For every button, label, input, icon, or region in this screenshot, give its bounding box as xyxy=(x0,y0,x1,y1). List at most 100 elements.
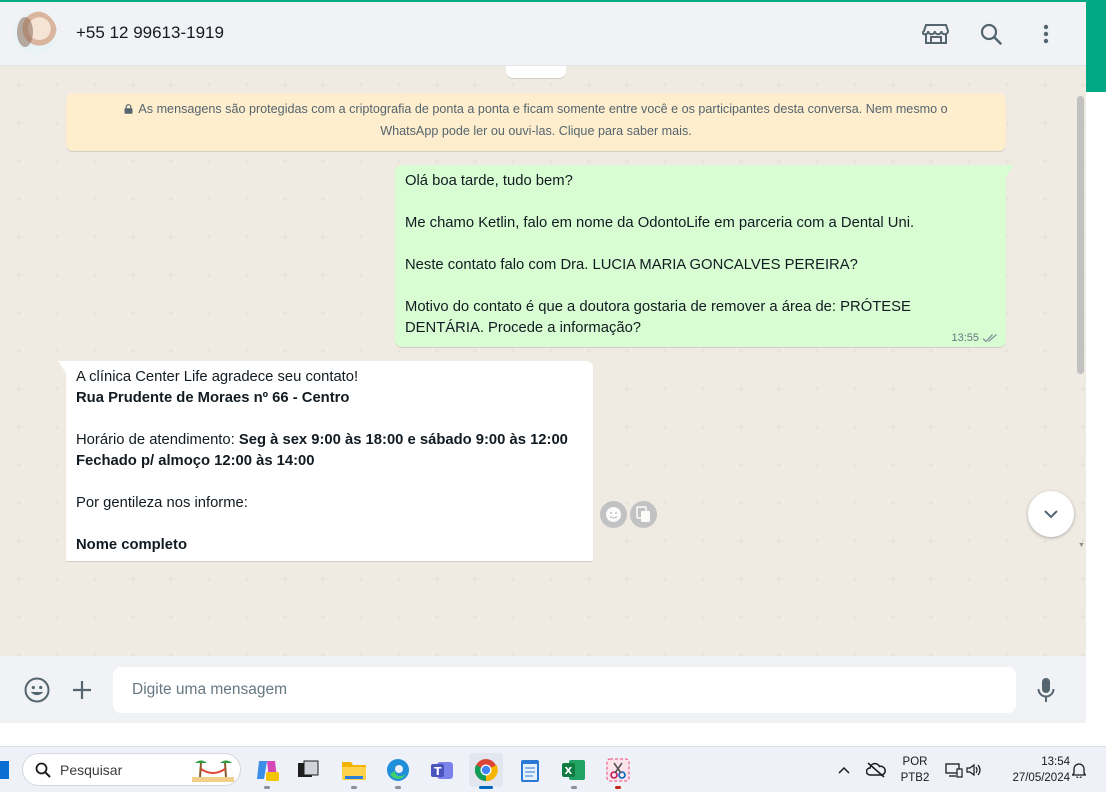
taskbar-indicator xyxy=(264,786,270,789)
taskbar-app-file-explorer[interactable] xyxy=(337,753,371,789)
message-meta: 13:55 xyxy=(951,332,998,344)
scroll-to-bottom-button[interactable] xyxy=(1028,491,1074,537)
taskbar-indicator xyxy=(615,786,621,789)
language-indicator[interactable]: POR PTB2 xyxy=(897,754,933,786)
encryption-notice-line2: WhatsApp pode ler ou ouvi-las. Clique pa… xyxy=(380,124,692,138)
message-actions xyxy=(600,501,657,528)
keyboard-layout: PTB2 xyxy=(900,772,930,784)
compose-bar xyxy=(0,656,1086,723)
lock-icon xyxy=(124,104,133,114)
smiley-icon xyxy=(606,507,621,522)
onedrive-offline-button[interactable] xyxy=(861,753,891,787)
start-button-fragment[interactable] xyxy=(0,761,9,779)
chat-scrollbar[interactable] xyxy=(1077,96,1084,374)
message-text: Me chamo Ketlin, falo em nome da OdontoL… xyxy=(405,215,915,231)
scroll-arrow-down-icon[interactable]: ▼ xyxy=(1078,542,1085,549)
catalog-button[interactable] xyxy=(918,16,954,52)
svg-text:X: X xyxy=(565,766,573,777)
language-code: POR xyxy=(902,756,928,768)
folder-icon xyxy=(342,762,366,780)
taskbar-app-snipping-tool[interactable] xyxy=(601,753,635,789)
incoming-message[interactable]: A clínica Center Life agradece seu conta… xyxy=(66,361,593,561)
date-pill xyxy=(506,66,566,78)
chat-header: +55 12 99613-1919 xyxy=(0,2,1086,66)
svg-text:T: T xyxy=(434,765,442,778)
windows-taskbar: Pesquisar T X POR PTB2 13:54 27/05/2024 xyxy=(0,746,1106,792)
catalog-icon xyxy=(922,24,950,44)
emoji-button[interactable] xyxy=(20,673,54,707)
message-text: DENTÁRIA. Procede a informação? xyxy=(405,320,642,336)
message-input[interactable] xyxy=(113,667,1016,713)
chevron-up-icon xyxy=(838,766,850,774)
notifications-button[interactable] xyxy=(1066,753,1092,787)
taskbar-indicator xyxy=(351,786,357,789)
whatsapp-window: +55 12 99613-1919 As mensagens são prote… xyxy=(0,0,1086,723)
encryption-notice[interactable]: As mensagens são protegidas com a cripto… xyxy=(66,93,1006,151)
task-view-icon xyxy=(298,760,319,777)
desktop-gap xyxy=(0,723,1106,746)
clock[interactable]: 13:54 27/05/2024 xyxy=(996,754,1070,786)
message-text-bold: Fechado p/ almoço 12:00 às 14:00 xyxy=(76,453,315,469)
taskbar-app-edge[interactable] xyxy=(381,753,415,789)
network-icon xyxy=(944,763,963,778)
taskbar-app-taskview[interactable] xyxy=(291,753,325,787)
taskbar-indicator xyxy=(395,786,401,789)
notepad-icon xyxy=(521,760,539,782)
clock-time: 13:54 xyxy=(1041,756,1070,768)
plus-icon xyxy=(73,681,91,699)
window-accent-strip xyxy=(1086,0,1106,723)
teams-icon: T xyxy=(431,762,453,779)
taskbar-indicator xyxy=(571,786,577,789)
forward-button[interactable] xyxy=(630,501,657,528)
taskbar-indicator-active xyxy=(479,786,493,789)
show-hidden-icons-button[interactable] xyxy=(830,753,858,787)
taskbar-app-notepad[interactable] xyxy=(513,753,547,787)
menu-dots-icon xyxy=(1043,24,1049,44)
message-text: Olá boa tarde, tudo bem? xyxy=(405,173,573,189)
outgoing-message[interactable]: Olá boa tarde, tudo bem? Me chamo Ketlin… xyxy=(395,165,1014,347)
message-text: A clínica Center Life agradece seu conta… xyxy=(76,369,359,385)
taskbar-search-label: Pesquisar xyxy=(60,761,123,778)
snipping-tool-icon xyxy=(606,758,630,782)
react-button[interactable] xyxy=(600,501,627,528)
search-icon xyxy=(35,762,51,778)
network-volume-button[interactable] xyxy=(940,753,986,787)
message-text-bold: Nome completo xyxy=(76,537,187,553)
bell-icon xyxy=(1072,763,1086,778)
encryption-notice-line1: As mensagens são protegidas com a cripto… xyxy=(138,102,948,116)
message-text: Neste contato falo com Dra. LUCIA MARIA … xyxy=(405,257,858,273)
taskbar-app-excel[interactable]: X xyxy=(557,753,591,789)
cloud-offline-icon xyxy=(866,762,886,778)
beach-hammock-icon xyxy=(192,760,234,782)
contact-name[interactable]: +55 12 99613-1919 xyxy=(76,23,224,43)
message-text: Por gentileza nos informe: xyxy=(76,495,248,511)
chrome-icon xyxy=(474,759,498,782)
double-check-icon xyxy=(982,334,997,343)
message-text-bold: Rua Prudente de Moraes nº 66 - Centro xyxy=(76,390,350,406)
search-icon xyxy=(980,23,1002,45)
emoji-icon xyxy=(24,677,50,703)
taskbar-search[interactable]: Pesquisar xyxy=(22,753,241,786)
clock-date: 27/05/2024 xyxy=(1012,772,1070,784)
search-button[interactable] xyxy=(973,16,1009,52)
taskbar-app-chrome[interactable] xyxy=(469,753,503,789)
edge-icon xyxy=(387,759,409,781)
copilot-icon xyxy=(257,761,279,781)
copy-icon xyxy=(636,506,650,522)
incoming-bubble-tail xyxy=(58,361,66,373)
message-text-bold: Seg à sex 9:00 às 18:00 e sábado 9:00 às… xyxy=(238,432,568,448)
microphone-icon xyxy=(1037,678,1055,702)
contact-avatar[interactable] xyxy=(13,11,57,55)
message-text: Motivo do contato é que a doutora gostar… xyxy=(405,299,911,315)
taskbar-app-teams[interactable]: T xyxy=(425,753,459,787)
menu-button[interactable] xyxy=(1028,16,1064,52)
message-text: Horário de atendimento: xyxy=(76,432,239,448)
excel-icon: X xyxy=(562,760,585,780)
volume-icon xyxy=(965,763,981,777)
chevron-down-icon xyxy=(1044,510,1058,519)
attach-button[interactable] xyxy=(65,673,99,707)
voice-message-button[interactable] xyxy=(1029,673,1063,707)
taskbar-app-copilot[interactable] xyxy=(250,753,284,789)
chat-area[interactable]: As mensagens são protegidas com a cripto… xyxy=(0,66,1086,656)
message-time: 13:55 xyxy=(951,332,979,344)
